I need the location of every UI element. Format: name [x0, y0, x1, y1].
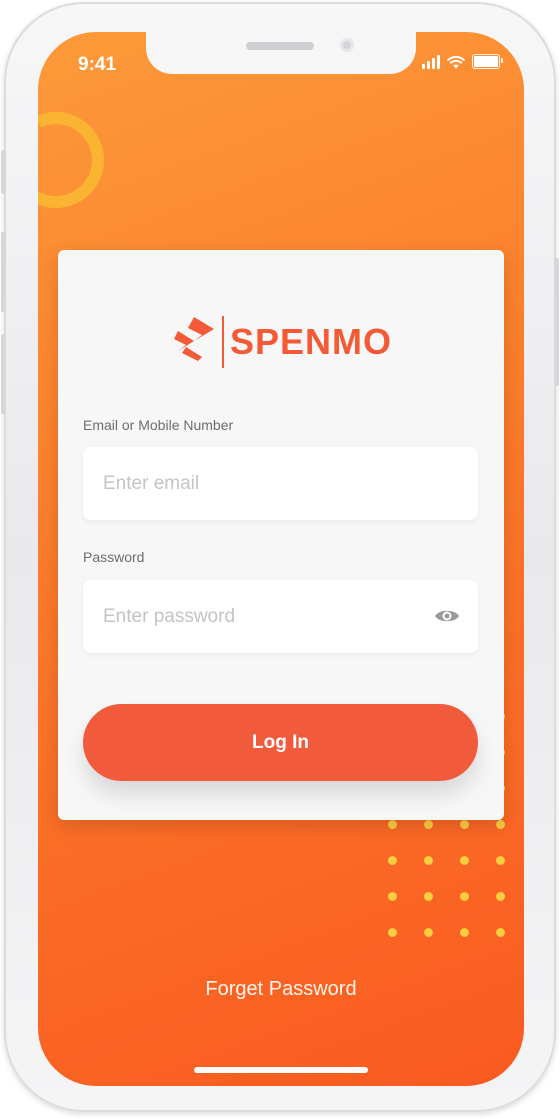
email-label: Email or Mobile Number — [83, 417, 234, 433]
decorative-dot — [424, 856, 433, 865]
decorative-dot — [496, 856, 505, 865]
decorative-dot — [460, 856, 469, 865]
volume-down-button — [1, 334, 6, 414]
decorative-dot — [424, 892, 433, 901]
decorative-dot — [460, 892, 469, 901]
volume-up-button — [1, 232, 6, 312]
decorative-dot — [388, 820, 397, 829]
decorative-dot — [460, 820, 469, 829]
password-input[interactable] — [83, 580, 423, 653]
email-input[interactable] — [83, 447, 423, 520]
status-icons — [422, 54, 503, 69]
wifi-icon — [447, 55, 465, 69]
login-button[interactable]: Log In — [83, 704, 478, 781]
app-screen: 9:41 SPENMO Email or Mobile Number Passw… — [38, 32, 524, 1086]
decorative-dot — [424, 928, 433, 937]
decorative-dot — [424, 820, 433, 829]
password-label: Password — [83, 549, 145, 565]
email-field — [83, 447, 478, 520]
login-card: SPENMO Email or Mobile Number Password L… — [58, 250, 504, 820]
decorative-dot — [496, 928, 505, 937]
speaker-grille — [246, 42, 314, 50]
decorative-dot — [496, 820, 505, 829]
decorative-ring — [38, 98, 118, 222]
forgot-password-link[interactable]: Forget Password — [38, 978, 524, 1001]
decorative-dot — [388, 892, 397, 901]
battery-icon — [472, 54, 503, 69]
front-camera — [340, 38, 354, 52]
spenmo-logo-mark — [174, 317, 214, 367]
power-button — [554, 258, 559, 386]
decorative-dot — [388, 928, 397, 937]
decorative-dot — [388, 856, 397, 865]
status-time: 9:41 — [78, 54, 117, 75]
decorative-dot — [460, 928, 469, 937]
spenmo-logo: SPENMO — [174, 316, 392, 368]
mute-switch — [1, 150, 6, 194]
logo-divider — [222, 316, 224, 368]
home-indicator — [194, 1067, 368, 1073]
eye-icon[interactable] — [434, 605, 460, 627]
cellular-signal-icon — [422, 55, 440, 69]
password-field — [83, 580, 478, 653]
decorative-dot — [496, 892, 505, 901]
phone-notch — [146, 32, 416, 74]
brand-name: SPENMO — [230, 321, 393, 362]
